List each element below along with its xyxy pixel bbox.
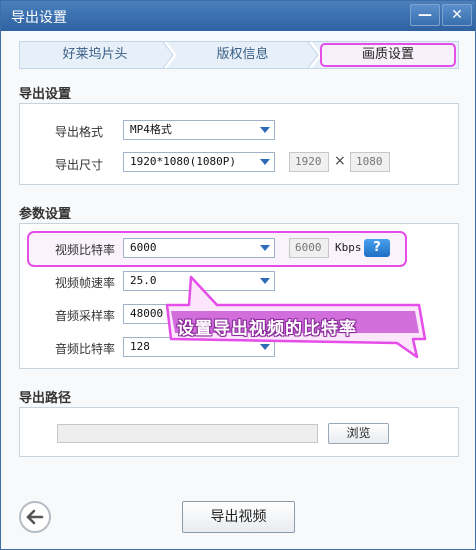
times-sign: × (334, 153, 346, 169)
export-settings-window: 导出设置 — ✕ 好莱坞片头 版权信息 画质设置 导出设置 导出格式 MP4格式… (0, 0, 476, 550)
param-settings-title: 参数设置 (19, 207, 72, 222)
chevron-down-icon (260, 127, 270, 133)
close-button[interactable]: ✕ (442, 4, 472, 26)
size-select[interactable]: 1920*1080(1080P) (123, 152, 275, 172)
browse-button[interactable]: 浏览 (328, 423, 389, 444)
tab-hollywood-intro[interactable]: 好莱坞片头 (20, 42, 170, 68)
tab-copyright-info[interactable]: 版权信息 (170, 42, 315, 68)
format-label: 导出格式 (55, 125, 104, 139)
export-video-button[interactable]: 导出视频 (182, 501, 295, 533)
title-bar: 导出设置 — ✕ (1, 1, 475, 31)
minimize-button[interactable]: — (410, 4, 440, 26)
export-path-field[interactable] (57, 424, 318, 443)
tab-quality-settings[interactable]: 画质设置 (316, 42, 458, 68)
bitrate-unit: Kbps (335, 241, 362, 254)
arrow-left-icon (26, 509, 44, 525)
format-select[interactable]: MP4格式 (123, 120, 275, 140)
chevron-down-icon (260, 245, 270, 251)
video-bitrate-field: 6000 (289, 238, 329, 258)
size-label: 导出尺寸 (55, 158, 104, 172)
height-field: 1080 (350, 152, 390, 172)
help-button[interactable]: ? (364, 239, 390, 257)
audio-bitrate-select-value: 128 (130, 340, 150, 353)
chevron-down-icon (260, 159, 270, 165)
audio-samplerate-select-value: 48000 (130, 307, 164, 320)
annotation-text: 设置导出视频的比特率 (177, 319, 357, 339)
audio-bitrate-label: 音频比特率 (55, 342, 116, 356)
format-select-value: MP4格式 (130, 123, 172, 136)
back-button[interactable] (19, 501, 51, 533)
audio-samplerate-label: 音频采样率 (55, 309, 116, 323)
width-field: 1920 (289, 152, 329, 172)
tab-bar: 好莱坞片头 版权信息 画质设置 (19, 41, 459, 69)
tab-quality-settings-label: 画质设置 (320, 43, 456, 67)
export-settings-title: 导出设置 (19, 87, 72, 102)
export-path-title: 导出路径 (19, 391, 72, 406)
framerate-label: 视频帧速率 (55, 276, 116, 290)
window-title: 导出设置 (11, 10, 67, 26)
size-select-value: 1920*1080(1080P) (130, 155, 236, 168)
video-bitrate-select-value: 6000 (130, 241, 157, 254)
video-bitrate-select[interactable]: 6000 (123, 238, 275, 258)
framerate-select-value: 25.0 (130, 274, 157, 287)
video-bitrate-label: 视频比特率 (55, 243, 116, 257)
